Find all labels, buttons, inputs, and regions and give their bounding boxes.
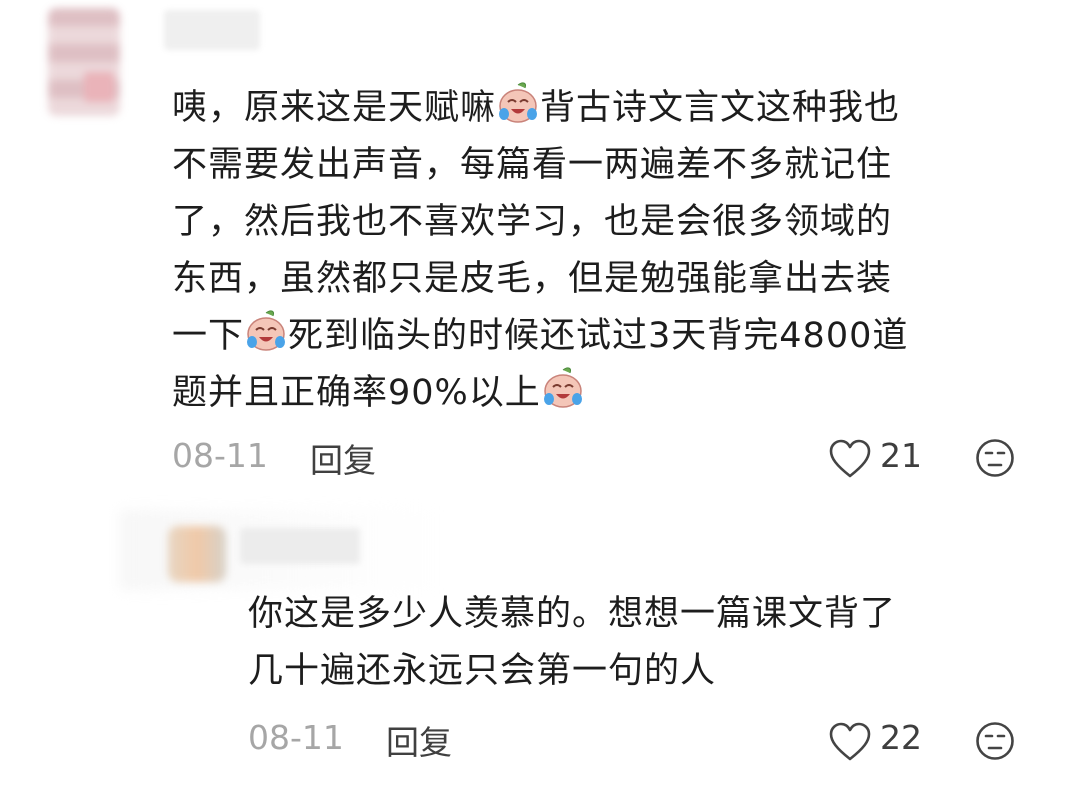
comment-text-segment: 一下 [172, 316, 245, 356]
crying-laughing-emoji-icon [542, 366, 584, 410]
comment-line: 你这是多少人羡慕的。想想一篇课文背了 [248, 594, 897, 634]
heart-outline-icon[interactable] [828, 721, 872, 763]
comment-text-segment: 咦，原来这是天赋嘛 [172, 88, 497, 128]
comment-line: 几十遍还永远只会第一句的人 [248, 651, 717, 691]
comment-line: 不需要发出声音，每篇看一两遍差不多就记住 [172, 145, 893, 185]
reply-button[interactable]: 回复 [310, 434, 376, 482]
comment-date: 08-11 [248, 718, 344, 757]
crying-laughing-emoji-icon [497, 81, 539, 125]
avatar[interactable] [168, 526, 226, 582]
avatar[interactable] [48, 8, 120, 116]
like-count: 21 [880, 436, 922, 475]
comment-text-segment: 背古诗文言文这种我也 [540, 88, 901, 128]
comment-body: 你这是多少人羡慕的。想想一篇课文背了 几十遍还永远只会第一句的人 [248, 586, 896, 700]
reply-button[interactable]: 回复 [386, 716, 452, 764]
crying-laughing-emoji-icon [245, 309, 287, 353]
neutral-face-icon[interactable] [975, 721, 1015, 761]
username-blurred[interactable] [164, 10, 260, 50]
like-count: 22 [880, 718, 922, 757]
comment-date: 08-11 [172, 436, 268, 475]
neutral-face-icon[interactable] [975, 438, 1015, 478]
comment-text-segment: 题并且正确率90%以上 [172, 373, 541, 413]
comment-text-segment: 死到临头的时候还试过3天背完4800道 [288, 316, 909, 356]
username-blurred[interactable] [240, 528, 360, 564]
comment-body: 咦，原来这是天赋嘛 背古诗文言文这种我也 不需要发出声音，每篇看一两遍差不多就记… [172, 80, 908, 422]
heart-outline-icon[interactable] [828, 438, 872, 480]
comment-line: 东西，虽然都只是皮毛，但是勉强能拿出去装 [172, 259, 893, 299]
comment-line: 了，然后我也不喜欢学习，也是会很多领域的 [172, 202, 893, 242]
